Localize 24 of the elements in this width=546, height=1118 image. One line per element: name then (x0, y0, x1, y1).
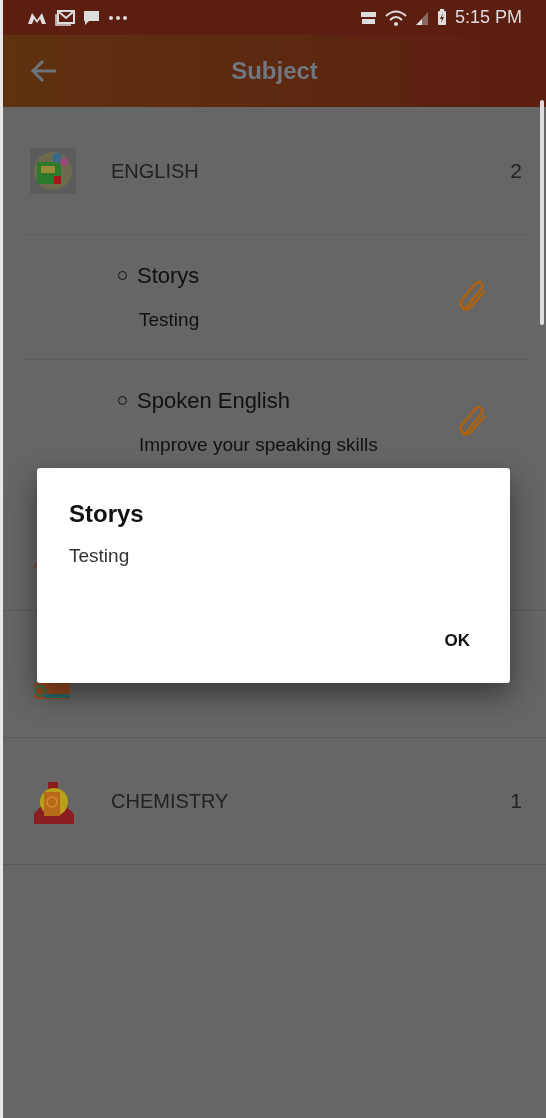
scrollbar[interactable] (540, 100, 544, 325)
more-icon (108, 15, 128, 20)
topic-description: Improve your speaking skills (139, 433, 379, 458)
dialog-title: Storys (69, 499, 145, 529)
wifi-icon (384, 9, 407, 26)
screen-title: Subject (231, 56, 318, 86)
mail-icon (55, 9, 75, 26)
dialog-message: Testing (69, 544, 131, 568)
topic-title[interactable]: Spoken English (137, 384, 290, 418)
english-book-icon (30, 147, 76, 194)
topic-description: Testing (139, 308, 201, 333)
paperclip-icon[interactable] (458, 280, 488, 314)
physics-icon (34, 683, 70, 699)
subject-name[interactable]: ENGLISH (111, 155, 199, 186)
subject-count: 2 (510, 157, 522, 184)
back-arrow-icon[interactable] (30, 59, 58, 83)
paperclip-icon[interactable] (458, 405, 488, 439)
message-icon (83, 9, 100, 26)
battery-icon (436, 9, 447, 26)
subject-count: 1 (510, 788, 522, 815)
topic-title[interactable]: Storys (137, 259, 200, 293)
subject-name[interactable]: CHEMISTRY (111, 786, 229, 816)
ok-button[interactable]: OK (436, 623, 478, 657)
status-time: 5:15 PM (454, 6, 522, 29)
